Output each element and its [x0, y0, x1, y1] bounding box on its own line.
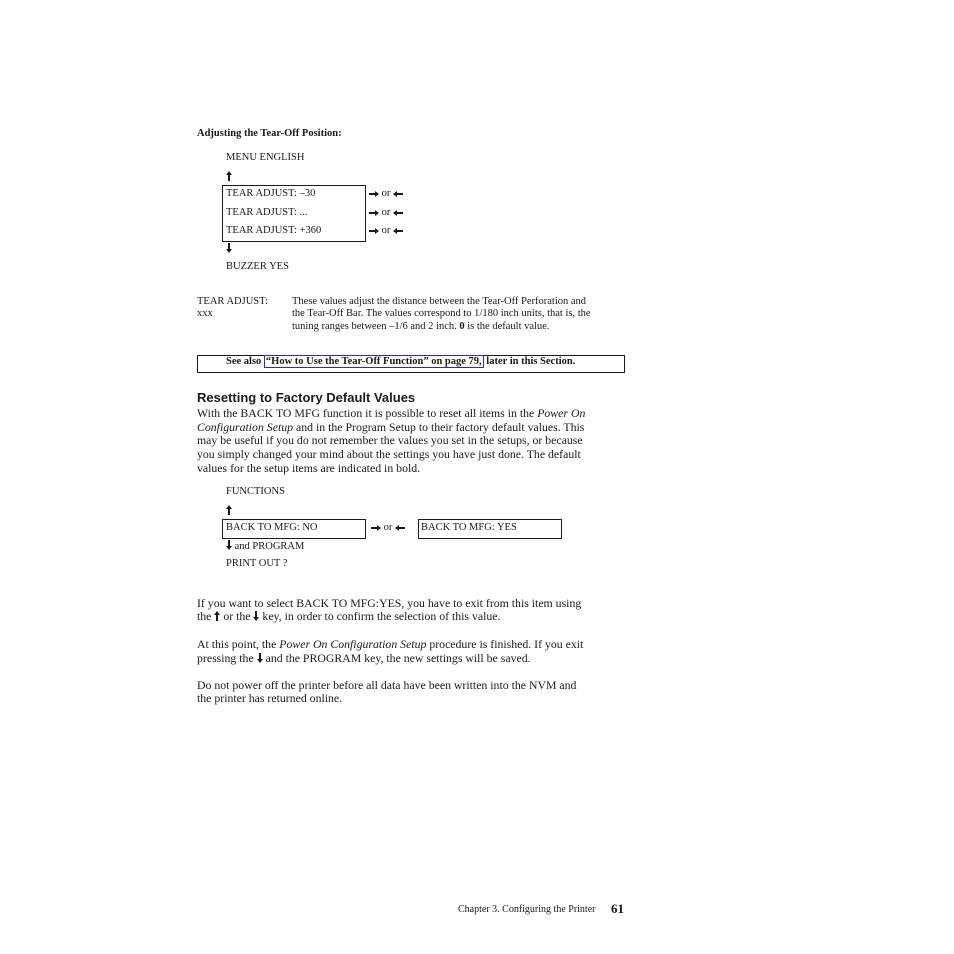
- text-span: is the default value.: [464, 321, 550, 332]
- menu-item-functions: FUNCTIONS: [226, 486, 285, 497]
- up-arrow-icon: [226, 505, 232, 518]
- emphasis: Power On Configuration Setup: [279, 637, 427, 651]
- down-arrow-icon: [226, 243, 232, 256]
- text-span: and the PROGRAM key, the new settings wi…: [262, 651, 531, 665]
- see-also-label: See also: [226, 356, 262, 367]
- and-program-label: and PROGRAM: [234, 541, 305, 552]
- section-heading-reset: Resetting to Factory Default Values: [197, 390, 416, 405]
- right-arrow-icon: [369, 209, 379, 216]
- definition-text-line-1: These values adjust the distance between…: [292, 296, 587, 307]
- or-label: or: [381, 188, 391, 199]
- tear-adjust-value-min: TEAR ADJUST: –30: [226, 188, 316, 199]
- see-also-note: See also “How to Use the Tear-Off Functi…: [226, 355, 576, 368]
- emphasis: Power On: [537, 406, 586, 420]
- arrow-or-row-1: or: [369, 188, 403, 199]
- or-label: or: [381, 225, 391, 236]
- para2-line2: the or the key, in order to confirm the …: [197, 609, 501, 624]
- up-arrow-icon: [226, 171, 232, 184]
- right-arrow-icon: [369, 227, 379, 234]
- or-label: or: [383, 522, 393, 533]
- see-also-suffix: later in this Section.: [486, 356, 576, 367]
- para1-line5: values for the setup items are indicated…: [197, 461, 421, 475]
- left-arrow-icon: [393, 227, 403, 234]
- text-span: pressing the: [197, 651, 257, 665]
- text-span: procedure is finished. If you exit: [426, 637, 584, 651]
- menu-item-print-out: PRINT OUT ?: [226, 558, 288, 569]
- back-to-mfg-yes: BACK TO MFG: YES: [421, 522, 517, 533]
- right-arrow-icon: [371, 524, 381, 531]
- text-span: With the BACK TO MFG function it is poss…: [197, 406, 538, 420]
- see-also-link[interactable]: “How to Use the Tear-Off Function” on pa…: [263, 355, 484, 368]
- arrow-or-row-2: or: [369, 207, 403, 218]
- text-span: key, in order to confirm the selection o…: [259, 609, 501, 623]
- text-span: or the: [220, 609, 254, 623]
- text-span: the: [197, 609, 215, 623]
- back-to-mfg-no: BACK TO MFG: NO: [226, 522, 318, 533]
- para1-line4: you simply changed your mind about the s…: [197, 447, 581, 461]
- left-arrow-icon: [393, 190, 403, 197]
- down-arrow-icon: [226, 540, 232, 550]
- page-number: 61: [611, 901, 624, 916]
- menu-item-buzzer-yes: BUZZER YES: [226, 261, 289, 272]
- para3-line2: pressing the and the PROGRAM key, the ne…: [197, 651, 531, 666]
- arrow-or-row: or: [371, 522, 405, 533]
- definition-text-line-2: the Tear-Off Bar. The values correspond …: [292, 308, 591, 319]
- left-arrow-icon: [393, 209, 403, 216]
- down-and-program: and PROGRAM: [226, 540, 304, 552]
- left-arrow-icon: [395, 524, 405, 531]
- footer-chapter: Chapter 3. Configuring the Printer: [458, 904, 596, 915]
- menu-item-menu-english: MENU ENGLISH: [226, 152, 305, 163]
- tear-adjust-value-max: TEAR ADJUST: +360: [226, 225, 322, 236]
- definition-text-line-3: tuning ranges between –1/6 and 2 inch. 0…: [292, 321, 549, 332]
- right-arrow-icon: [369, 190, 379, 197]
- para1-line3: may be useful if you do not remember the…: [197, 433, 583, 447]
- text-span: At this point, the: [197, 637, 280, 651]
- section-heading-tear-off: Adjusting the Tear-Off Position:: [197, 128, 342, 139]
- definition-term-value: xxx: [197, 308, 213, 319]
- tear-adjust-value-mid: TEAR ADJUST: ...: [226, 207, 308, 218]
- arrow-or-row-3: or: [369, 225, 403, 236]
- definition-term: TEAR ADJUST:: [197, 296, 268, 307]
- text-span: and in the Program Setup to their factor…: [293, 420, 585, 434]
- para1-line1: With the BACK TO MFG function it is poss…: [197, 406, 586, 421]
- or-label: or: [381, 207, 391, 218]
- emphasis: Configuration Setup: [197, 420, 294, 434]
- text-span: tuning ranges between –1/6 and 2 inch.: [292, 321, 460, 332]
- para4-line2: the printer has returned online.: [197, 691, 343, 705]
- para3-line1: At this point, the Power On Configuratio…: [197, 637, 584, 652]
